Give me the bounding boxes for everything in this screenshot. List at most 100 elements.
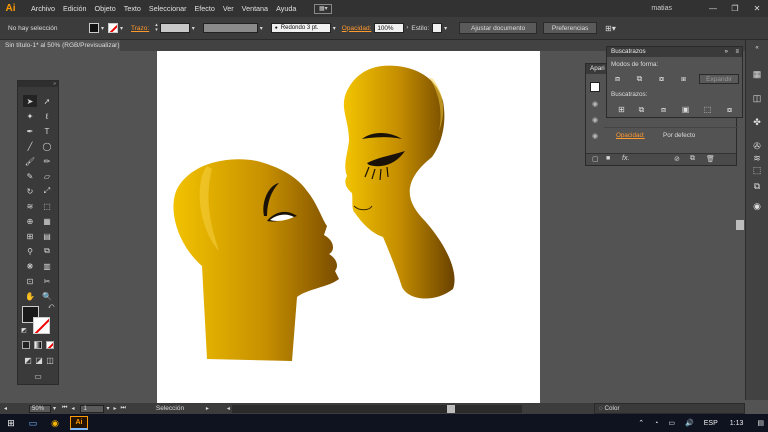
first-artboard-icon[interactable]: ⏮ [62,405,67,412]
arrange-icon[interactable]: ⊞▾ [605,24,616,33]
visibility-eye-icon-3[interactable]: ◉ [592,132,598,140]
stroke-weight-dropdown-icon[interactable]: ▾ [192,25,195,32]
graphic-styles-icon[interactable]: ⧉ [751,180,763,192]
tray-expand-icon[interactable]: ⌃ [638,419,644,427]
blend-tool-icon[interactable]: ⧉ [40,245,54,257]
add-stroke-icon[interactable]: ▢ [592,155,599,163]
dock-scrollbar[interactable] [736,220,744,230]
appearance-icon[interactable]: ◉ [751,200,763,212]
wifi-icon[interactable]: ◔ [654,420,658,427]
symbol-sprayer-tool-icon[interactable]: ❋ [23,260,37,272]
zoom-tool-icon[interactable]: 🔍 [40,290,54,302]
add-fill-icon[interactable]: ■ [606,155,610,162]
chrome-icon[interactable]: ◉ [44,418,66,429]
swatches-icon[interactable]: ◫ [751,92,763,104]
status-menu-icon[interactable]: ▸ [206,405,209,412]
slice-tool-icon[interactable]: ✂ [40,275,54,287]
document-tab[interactable]: Sin título-1* al 50% (RGB/Previsualizar) [0,40,120,51]
warp-tool-icon[interactable]: ≋ [23,200,37,212]
exclude-icon[interactable]: ⧆ [677,73,690,84]
pathfinder-panel-header[interactable]: Buscatrazos » ≡ [607,47,742,57]
artboard[interactable] [157,51,540,403]
divide-icon[interactable]: ⊞ [615,104,628,115]
prev-artboard-icon[interactable]: ◂ [71,405,74,412]
fill-swatch[interactable] [89,23,99,33]
horizontal-scroll-thumb[interactable] [446,404,455,413]
stroke-swatch[interactable] [108,23,119,33]
swap-fill-stroke-icon[interactable]: ⤺ [48,304,54,311]
rotate-tool-icon[interactable]: ↻ [23,185,37,197]
windows-start-icon[interactable]: ⊞ [0,418,22,429]
style-dropdown-icon[interactable]: ▾ [444,25,447,32]
language-indicator[interactable]: ESP [704,420,718,427]
draw-inside-icon[interactable]: ◫ [43,354,57,366]
brush-field[interactable]: ● Redondo 3 pt. [270,23,331,33]
stroke-weight-stepper[interactable]: ▴ ▾ [155,23,158,33]
scale-tool-icon[interactable]: ⤢ [40,185,54,197]
layers-icon[interactable]: ≋ [751,152,763,164]
illustrator-taskbar-icon[interactable]: Ai [70,416,88,430]
appearance-opacity-label[interactable]: Opacidad: [616,132,645,139]
hand-tool-icon[interactable]: ✋ [23,290,37,302]
menu-edicion[interactable]: Edición [59,4,91,13]
menu-texto[interactable]: Texto [120,4,145,13]
direct-selection-tool-icon[interactable]: ➚ [40,95,54,107]
screen-mode-icon[interactable]: ▭ [31,370,45,382]
artwork-two-faces[interactable] [157,51,540,403]
close-icon[interactable]: ✕ [746,4,768,13]
minus-front-icon[interactable]: ⧉ [633,73,646,84]
free-transform-tool-icon[interactable]: ⬚ [40,200,54,212]
task-view-icon[interactable]: ▭ [22,418,44,429]
line-tool-icon[interactable]: ╱ [23,140,37,152]
opacity-field[interactable]: 100% [374,23,405,33]
minimize-icon[interactable]: — [702,4,724,13]
zoom-out-arrow-icon[interactable]: ◂ [4,405,7,412]
lasso-tool-icon[interactable]: ℓ [40,110,54,122]
trim-icon[interactable]: ⧉ [635,104,648,115]
menu-objeto[interactable]: Objeto [91,4,120,13]
style-swatch[interactable] [432,23,443,33]
visibility-eye-icon[interactable]: ◉ [592,100,598,108]
fill-dropdown-icon[interactable]: ▾ [101,25,104,32]
add-effect-icon[interactable]: fx. [622,155,629,162]
variable-width-dropdown-icon[interactable]: ▾ [260,25,263,32]
variable-width-field[interactable] [202,23,258,33]
none-mode-icon[interactable] [46,341,54,349]
magic-wand-tool-icon[interactable]: ✦ [23,110,37,122]
symbols-icon[interactable]: ✇ [751,140,763,152]
color-panel-collapsed[interactable]: ◌ Color [594,403,745,414]
menu-archivo[interactable]: Archivo [27,4,59,13]
gradient-mode-icon[interactable] [34,341,42,349]
eyedropper-tool-icon[interactable]: ⚲ [23,245,37,257]
tools-panel-grip[interactable]: » [18,81,58,87]
crop-icon[interactable]: ▣ [679,104,692,115]
fit-document-button[interactable]: Ajustar documento [459,22,538,34]
duplicate-item-icon[interactable]: ⧉ [690,155,695,163]
panel-collapse-icon[interactable]: » [725,47,728,57]
blob-brush-tool-icon[interactable]: ✎ [23,170,37,182]
stroke-weight-field[interactable] [159,23,190,33]
pen-tool-icon[interactable]: ✒ [23,125,37,137]
horizontal-scrollbar[interactable] [231,404,522,413]
shape-builder-tool-icon[interactable]: ⊕ [23,215,37,227]
merge-icon[interactable]: ⧈ [657,104,670,115]
minus-back-icon[interactable]: ⧇ [723,104,736,115]
workspace-switcher[interactable]: ▦▾ [314,3,333,14]
opacity-dropdown-icon[interactable]: › [406,25,408,31]
unite-icon[interactable]: ⧈ [611,73,624,84]
next-artboard-icon[interactable]: ▸ [113,405,116,412]
expand-button[interactable]: Expandir [699,74,739,84]
menu-ventana[interactable]: Ventana [238,4,272,13]
color-guide-icon[interactable]: ▦ [751,68,763,80]
delete-item-icon[interactable]: 🗑 [706,155,715,163]
color-mode-icon[interactable] [22,341,30,349]
pencil-tool-icon[interactable]: ✏ [40,155,54,167]
outline-icon[interactable]: ⬚ [701,104,714,115]
zoom-dropdown-icon[interactable]: ▾ [53,405,56,412]
eraser-tool-icon[interactable]: ▱ [40,170,54,182]
intersect-icon[interactable]: ⧇ [655,73,668,84]
artboard-number-field[interactable]: 1 [80,404,105,413]
user-name[interactable]: matias [651,5,672,12]
menu-seleccionar[interactable]: Seleccionar [145,4,191,13]
notifications-icon[interactable]: ▤ [757,419,764,427]
